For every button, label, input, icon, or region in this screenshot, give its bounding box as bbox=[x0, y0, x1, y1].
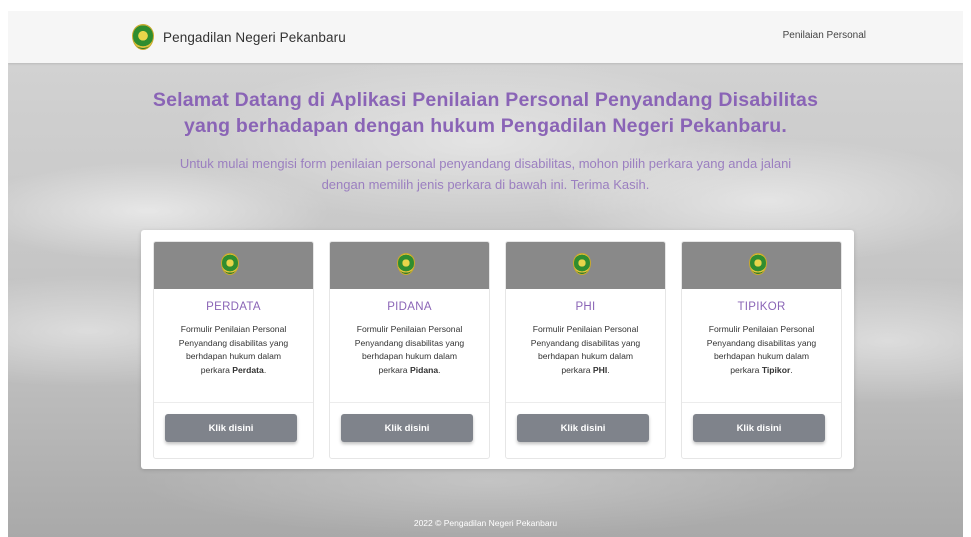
card-header bbox=[154, 242, 313, 289]
card-footer: Klik disini bbox=[682, 402, 841, 458]
hero-subtitle: Untuk mulai mengisi form penilaian perso… bbox=[136, 153, 836, 195]
card-pidana: PIDANA Formulir Penilaian Personal Penya… bbox=[329, 241, 490, 459]
card-desc-suffix: . bbox=[607, 364, 610, 375]
card-description: Formulir Penilaian Personal Penyandang d… bbox=[516, 323, 655, 377]
card-title: PHI bbox=[575, 301, 596, 313]
hero-title-line1: Selamat Datang di Aplikasi Penilaian Per… bbox=[152, 89, 819, 111]
card-desc-prefix: perkara bbox=[730, 364, 762, 375]
page-frame: Pengadilan Negeri Pekanbaru Penilaian Pe… bbox=[8, 11, 963, 537]
card-title: TIPIKOR bbox=[737, 301, 786, 313]
card-footer: Klik disini bbox=[506, 402, 665, 458]
card-perdata: PERDATA Formulir Penilaian Personal Peny… bbox=[153, 241, 314, 459]
card-phi: PHI Formulir Penilaian Personal Penyanda… bbox=[505, 241, 666, 459]
card-desc-line: Formulir Penilaian Personal bbox=[708, 324, 815, 334]
card-desc-suffix: . bbox=[790, 364, 793, 375]
card-desc-line: berhdapan hukum dalam bbox=[361, 351, 458, 361]
card-header bbox=[330, 242, 489, 289]
card-desc-line: Formulir Penilaian Personal bbox=[356, 324, 463, 334]
card-desc-prefix: perkara bbox=[378, 364, 410, 375]
card-header bbox=[682, 242, 841, 289]
card-header bbox=[506, 242, 665, 289]
card-desc-line: berhdapan hukum dalam bbox=[537, 351, 634, 361]
hero-subtitle-line2: dengan memilih jenis perkara di bawah in… bbox=[321, 177, 650, 192]
klik-disini-button-pidana[interactable]: Klik disini bbox=[341, 414, 473, 442]
hero-title: Selamat Datang di Aplikasi Penilaian Per… bbox=[8, 87, 963, 139]
card-desc-suffix: . bbox=[263, 364, 267, 375]
card-desc-line: Penyandang disabilitas yang bbox=[354, 337, 465, 348]
nav-link-penilaian-personal[interactable]: Penilaian Personal bbox=[783, 30, 866, 41]
card-desc-suffix: . bbox=[438, 364, 441, 375]
klik-disini-button-phi[interactable]: Klik disini bbox=[517, 414, 649, 442]
card-desc-case-type: Tipikor bbox=[761, 364, 791, 375]
card-desc-prefix: perkara bbox=[200, 364, 233, 375]
card-title: PIDANA bbox=[387, 301, 432, 313]
card-desc-line: berhdapan hukum dalam bbox=[185, 351, 282, 361]
card-desc-line: Penyandang disabilitas yang bbox=[178, 337, 289, 348]
card-description: Formulir Penilaian Personal Penyandang d… bbox=[164, 323, 303, 377]
hero: Selamat Datang di Aplikasi Penilaian Per… bbox=[8, 87, 963, 195]
card-desc-prefix: perkara bbox=[561, 364, 593, 375]
court-emblem-icon bbox=[221, 253, 239, 275]
court-emblem-icon bbox=[749, 253, 767, 275]
card-title: PERDATA bbox=[206, 301, 261, 313]
card-description: Formulir Penilaian Personal Penyandang d… bbox=[692, 323, 831, 377]
court-emblem-icon bbox=[397, 253, 415, 275]
court-emblem-icon bbox=[573, 253, 591, 275]
card-tipikor: TIPIKOR Formulir Penilaian Personal Peny… bbox=[681, 241, 842, 459]
card-footer: Klik disini bbox=[330, 402, 489, 458]
card-desc-line: berhdapan hukum dalam bbox=[713, 351, 810, 361]
court-emblem-icon bbox=[132, 24, 154, 50]
card-description: Formulir Penilaian Personal Penyandang d… bbox=[340, 323, 479, 377]
card-desc-case-type: Perdata bbox=[232, 364, 264, 375]
card-desc-line: Penyandang disabilitas yang bbox=[706, 337, 817, 348]
card-desc-case-type: PHI bbox=[592, 364, 608, 375]
card-desc-case-type: Pidana bbox=[409, 364, 439, 375]
card-desc-line: Formulir Penilaian Personal bbox=[180, 324, 287, 334]
brand-name[interactable]: Pengadilan Negeri Pekanbaru bbox=[163, 30, 346, 45]
klik-disini-button-perdata[interactable]: Klik disini bbox=[165, 414, 297, 442]
klik-disini-button-tipikor[interactable]: Klik disini bbox=[693, 414, 825, 442]
brand[interactable]: Pengadilan Negeri Pekanbaru bbox=[132, 24, 346, 50]
hero-title-line2: yang berhadapan dengan hukum Pengadilan … bbox=[183, 115, 788, 137]
card-desc-line: Penyandang disabilitas yang bbox=[530, 337, 641, 348]
hero-subtitle-line1: Untuk mulai mengisi form penilaian perso… bbox=[179, 156, 792, 171]
card-footer: Klik disini bbox=[154, 402, 313, 458]
case-type-panel: PERDATA Formulir Penilaian Personal Peny… bbox=[141, 230, 854, 469]
footer-copyright: 2022 © Pengadilan Negeri Pekanbaru bbox=[413, 518, 558, 528]
navbar: Pengadilan Negeri Pekanbaru Penilaian Pe… bbox=[8, 11, 963, 63]
card-desc-line: Formulir Penilaian Personal bbox=[532, 324, 639, 334]
